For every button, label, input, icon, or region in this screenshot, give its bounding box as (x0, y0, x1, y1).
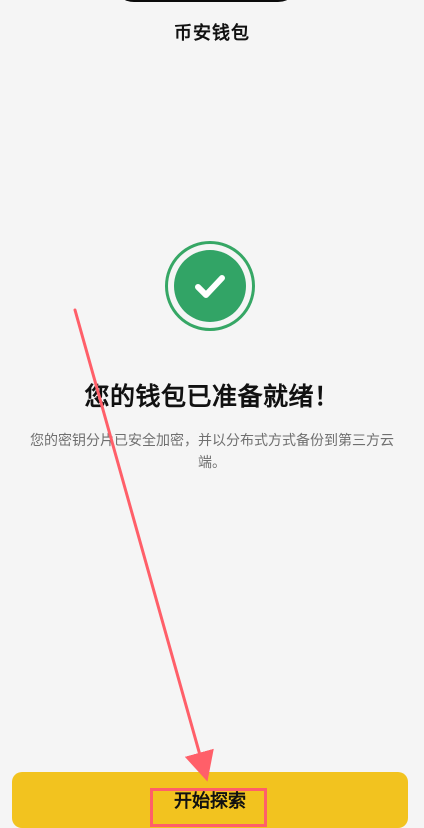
success-badge (174, 250, 246, 322)
checkmark-icon (195, 275, 225, 298)
check-circle-icon (165, 241, 255, 331)
wallet-ready-heading: 您的钱包已准备就绪！ (84, 382, 340, 411)
page-title: 币安钱包 (174, 23, 250, 44)
device-notch (112, 0, 300, 2)
annotation-arrow (73, 308, 214, 782)
wallet-ready-description: 您的密钥分片已安全加密，并以分布式方式备份到第三方云端。 (30, 433, 394, 471)
start-explore-button[interactable]: 开始探索 (12, 772, 408, 828)
